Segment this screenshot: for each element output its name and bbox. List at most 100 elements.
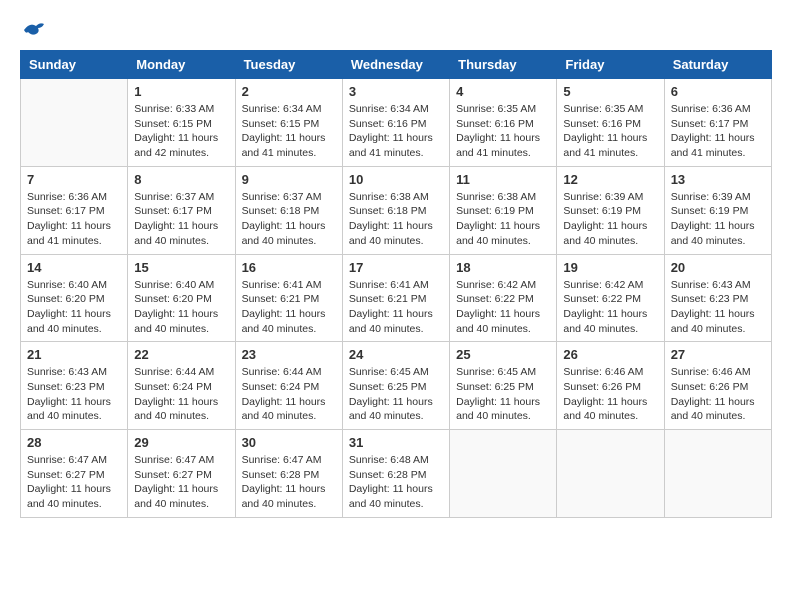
calendar-cell: 2 Sunrise: 6:34 AMSunset: 6:15 PMDaylight…: [235, 79, 342, 167]
day-number: 5: [563, 84, 657, 99]
day-number: 1: [134, 84, 228, 99]
day-number: 7: [27, 172, 121, 187]
day-number: 19: [563, 260, 657, 275]
calendar-cell: 22Sunrise: 6:44 AMSunset: 6:24 PMDayligh…: [128, 342, 235, 430]
cell-info: Sunrise: 6:47 AMSunset: 6:27 PMDaylight:…: [134, 453, 228, 512]
day-number: 2: [242, 84, 336, 99]
cell-info: Sunrise: 6:46 AMSunset: 6:26 PMDaylight:…: [671, 365, 765, 424]
cell-info: Sunrise: 6:45 AMSunset: 6:25 PMDaylight:…: [456, 365, 550, 424]
day-number: 26: [563, 347, 657, 362]
logo-bird-icon: [22, 20, 46, 40]
calendar-cell: 31 Sunrise: 6:48 AMSunset: 6:28 PMDayligh…: [342, 430, 449, 518]
day-number: 20: [671, 260, 765, 275]
cell-info: Sunrise: 6:45 AMSunset: 6:25 PMDaylight:…: [349, 365, 443, 424]
cell-info: Sunrise: 6:40 AMSunset: 6:20 PMDaylight:…: [134, 278, 228, 337]
day-number: 24: [349, 347, 443, 362]
day-number: 12: [563, 172, 657, 187]
calendar-cell: 23 Sunrise: 6:44 AMSunset: 6:24 PMDayligh…: [235, 342, 342, 430]
cell-info: Sunrise: 6:34 AMSunset: 6:16 PMDaylight:…: [349, 102, 443, 161]
calendar-cell: 29 Sunrise: 6:47 AMSunset: 6:27 PMDayligh…: [128, 430, 235, 518]
calendar-cell: 13Sunrise: 6:39 AMSunset: 6:19 PMDayligh…: [664, 166, 771, 254]
column-header-thursday: Thursday: [450, 51, 557, 79]
cell-info: Sunrise: 6:37 AMSunset: 6:17 PMDaylight:…: [134, 190, 228, 249]
calendar-cell: 20 Sunrise: 6:43 AMSunset: 6:23 PMDayligh…: [664, 254, 771, 342]
day-number: 6: [671, 84, 765, 99]
cell-info: Sunrise: 6:43 AMSunset: 6:23 PMDaylight:…: [27, 365, 121, 424]
day-number: 30: [242, 435, 336, 450]
calendar-cell: 9 Sunrise: 6:37 AMSunset: 6:18 PMDaylight…: [235, 166, 342, 254]
cell-info: Sunrise: 6:44 AMSunset: 6:24 PMDaylight:…: [242, 365, 336, 424]
calendar-cell: 7 Sunrise: 6:36 AMSunset: 6:17 PMDaylight…: [21, 166, 128, 254]
calendar-cell: 3Sunrise: 6:34 AMSunset: 6:16 PMDaylight…: [342, 79, 449, 167]
page-header: [20, 20, 772, 40]
calendar-cell: 16Sunrise: 6:41 AMSunset: 6:21 PMDayligh…: [235, 254, 342, 342]
cell-info: Sunrise: 6:41 AMSunset: 6:21 PMDaylight:…: [242, 278, 336, 337]
calendar-cell: 19 Sunrise: 6:42 AMSunset: 6:22 PMDayligh…: [557, 254, 664, 342]
calendar-cell: 8 Sunrise: 6:37 AMSunset: 6:17 PMDaylight…: [128, 166, 235, 254]
calendar-cell: 28 Sunrise: 6:47 AMSunset: 6:27 PMDayligh…: [21, 430, 128, 518]
day-number: 13: [671, 172, 765, 187]
calendar-cell: [557, 430, 664, 518]
calendar-cell: 25 Sunrise: 6:45 AMSunset: 6:25 PMDayligh…: [450, 342, 557, 430]
day-number: 25: [456, 347, 550, 362]
calendar-week-5: 28 Sunrise: 6:47 AMSunset: 6:27 PMDayligh…: [21, 430, 772, 518]
day-number: 18: [456, 260, 550, 275]
cell-info: Sunrise: 6:40 AMSunset: 6:20 PMDaylight:…: [27, 278, 121, 337]
calendar-cell: [450, 430, 557, 518]
calendar-cell: 27Sunrise: 6:46 AMSunset: 6:26 PMDayligh…: [664, 342, 771, 430]
cell-info: Sunrise: 6:37 AMSunset: 6:18 PMDaylight:…: [242, 190, 336, 249]
cell-info: Sunrise: 6:48 AMSunset: 6:28 PMDaylight:…: [349, 453, 443, 512]
calendar-cell: 15Sunrise: 6:40 AMSunset: 6:20 PMDayligh…: [128, 254, 235, 342]
cell-info: Sunrise: 6:36 AMSunset: 6:17 PMDaylight:…: [671, 102, 765, 161]
calendar-table: SundayMondayTuesdayWednesdayThursdayFrid…: [20, 50, 772, 518]
cell-info: Sunrise: 6:43 AMSunset: 6:23 PMDaylight:…: [671, 278, 765, 337]
day-number: 9: [242, 172, 336, 187]
calendar-cell: 30Sunrise: 6:47 AMSunset: 6:28 PMDayligh…: [235, 430, 342, 518]
calendar-week-1: 1 Sunrise: 6:33 AMSunset: 6:15 PMDaylight…: [21, 79, 772, 167]
cell-info: Sunrise: 6:41 AMSunset: 6:21 PMDaylight:…: [349, 278, 443, 337]
calendar-cell: [21, 79, 128, 167]
cell-info: Sunrise: 6:35 AMSunset: 6:16 PMDaylight:…: [563, 102, 657, 161]
calendar-week-3: 14 Sunrise: 6:40 AMSunset: 6:20 PMDayligh…: [21, 254, 772, 342]
day-number: 14: [27, 260, 121, 275]
cell-info: Sunrise: 6:46 AMSunset: 6:26 PMDaylight:…: [563, 365, 657, 424]
day-number: 8: [134, 172, 228, 187]
calendar-cell: 24 Sunrise: 6:45 AMSunset: 6:25 PMDayligh…: [342, 342, 449, 430]
day-number: 4: [456, 84, 550, 99]
cell-info: Sunrise: 6:38 AMSunset: 6:19 PMDaylight:…: [456, 190, 550, 249]
calendar-cell: 12 Sunrise: 6:39 AMSunset: 6:19 PMDayligh…: [557, 166, 664, 254]
cell-info: Sunrise: 6:44 AMSunset: 6:24 PMDaylight:…: [134, 365, 228, 424]
logo: [20, 20, 46, 40]
calendar-cell: 10Sunrise: 6:38 AMSunset: 6:18 PMDayligh…: [342, 166, 449, 254]
column-header-sunday: Sunday: [21, 51, 128, 79]
cell-info: Sunrise: 6:39 AMSunset: 6:19 PMDaylight:…: [563, 190, 657, 249]
day-number: 11: [456, 172, 550, 187]
calendar-week-2: 7 Sunrise: 6:36 AMSunset: 6:17 PMDaylight…: [21, 166, 772, 254]
cell-info: Sunrise: 6:34 AMSunset: 6:15 PMDaylight:…: [242, 102, 336, 161]
column-header-monday: Monday: [128, 51, 235, 79]
calendar-week-4: 21 Sunrise: 6:43 AMSunset: 6:23 PMDayligh…: [21, 342, 772, 430]
calendar-header-row: SundayMondayTuesdayWednesdayThursdayFrid…: [21, 51, 772, 79]
calendar-cell: [664, 430, 771, 518]
cell-info: Sunrise: 6:47 AMSunset: 6:27 PMDaylight:…: [27, 453, 121, 512]
cell-info: Sunrise: 6:33 AMSunset: 6:15 PMDaylight:…: [134, 102, 228, 161]
day-number: 29: [134, 435, 228, 450]
calendar-cell: 1 Sunrise: 6:33 AMSunset: 6:15 PMDaylight…: [128, 79, 235, 167]
day-number: 17: [349, 260, 443, 275]
column-header-tuesday: Tuesday: [235, 51, 342, 79]
column-header-wednesday: Wednesday: [342, 51, 449, 79]
day-number: 21: [27, 347, 121, 362]
calendar-body: 1 Sunrise: 6:33 AMSunset: 6:15 PMDaylight…: [21, 79, 772, 518]
cell-info: Sunrise: 6:35 AMSunset: 6:16 PMDaylight:…: [456, 102, 550, 161]
day-number: 10: [349, 172, 443, 187]
cell-info: Sunrise: 6:42 AMSunset: 6:22 PMDaylight:…: [456, 278, 550, 337]
calendar-cell: 14 Sunrise: 6:40 AMSunset: 6:20 PMDayligh…: [21, 254, 128, 342]
day-number: 28: [27, 435, 121, 450]
column-header-saturday: Saturday: [664, 51, 771, 79]
cell-info: Sunrise: 6:36 AMSunset: 6:17 PMDaylight:…: [27, 190, 121, 249]
calendar-cell: 26 Sunrise: 6:46 AMSunset: 6:26 PMDayligh…: [557, 342, 664, 430]
day-number: 23: [242, 347, 336, 362]
day-number: 31: [349, 435, 443, 450]
cell-info: Sunrise: 6:42 AMSunset: 6:22 PMDaylight:…: [563, 278, 657, 337]
calendar-cell: 17 Sunrise: 6:41 AMSunset: 6:21 PMDayligh…: [342, 254, 449, 342]
